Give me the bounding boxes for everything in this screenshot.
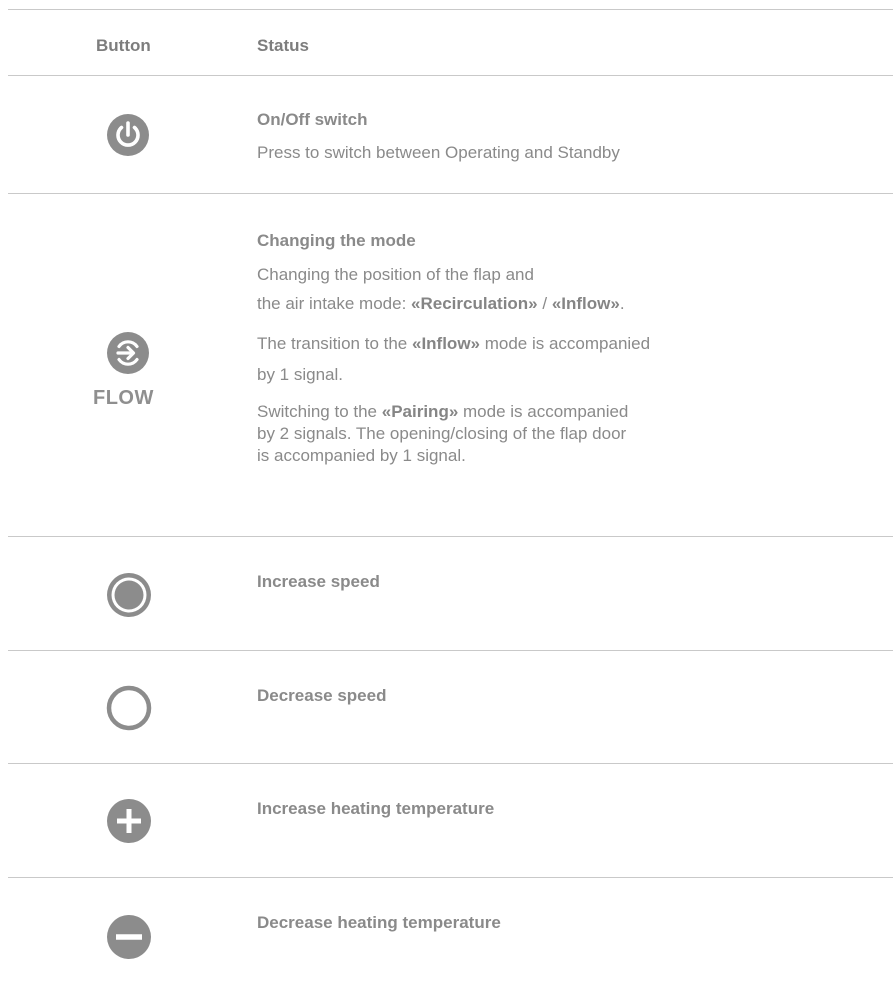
text-span: mode is accompanied bbox=[480, 334, 651, 353]
flow-label: FLOW bbox=[93, 387, 154, 409]
mode-recirculation: «Recirculation» bbox=[411, 294, 538, 313]
paragraph-line: by 1 signal. bbox=[257, 365, 343, 384]
mode-inflow: «Inflow» bbox=[411, 334, 480, 353]
row-title: Decrease speed bbox=[257, 686, 387, 705]
mode-pairing: «Pairing» bbox=[381, 402, 459, 421]
table-row-increase-speed: Increase speed bbox=[8, 536, 893, 650]
power-icon bbox=[107, 114, 149, 156]
mode-inflow: «Inflow» bbox=[551, 294, 620, 313]
row-paragraph-2: The transition to the «Inflow» mode is a… bbox=[257, 332, 893, 386]
column-header-button: Button bbox=[96, 36, 151, 55]
text-span: The transition to the bbox=[257, 334, 412, 353]
plus-icon bbox=[107, 799, 151, 843]
table-row-power: On/Off switch Press to switch between Op… bbox=[8, 75, 893, 193]
paragraph-line: is accompanied by 1 signal. bbox=[257, 446, 466, 465]
text-span: . bbox=[619, 294, 625, 313]
paragraph-line: The transition to the «Inflow» mode is a… bbox=[257, 332, 893, 355]
text-span: / bbox=[537, 294, 552, 313]
paragraph-line: the air intake mode: «Recirculation» / «… bbox=[257, 292, 893, 315]
table-row-decrease-speed: Decrease speed bbox=[8, 650, 893, 763]
column-header-status: Status bbox=[257, 36, 309, 55]
paragraph-line: Switching to the «Pairing» mode is accom… bbox=[257, 401, 893, 423]
text-span: mode is accompanied bbox=[458, 402, 629, 421]
paragraph-line: Changing the position of the flap and bbox=[257, 265, 534, 284]
table-header: Button Status bbox=[8, 9, 893, 75]
row-paragraph-1: Changing the position of the flap and th… bbox=[257, 263, 893, 315]
row-paragraph-3: Switching to the «Pairing» mode is accom… bbox=[257, 401, 893, 467]
flow-mode-icon bbox=[107, 332, 149, 374]
row-title: Decrease heating temperature bbox=[257, 913, 501, 932]
table-row-increase-heating: Increase heating temperature bbox=[8, 763, 893, 877]
empty-circle-icon bbox=[106, 685, 152, 731]
row-title: On/Off switch bbox=[257, 110, 368, 129]
row-title: Increase heating temperature bbox=[257, 799, 495, 818]
filled-circle-icon bbox=[107, 573, 151, 617]
row-title: Increase speed bbox=[257, 572, 380, 591]
row-title: Changing the mode bbox=[257, 231, 416, 250]
minus-icon bbox=[107, 915, 151, 959]
table-row-flow: FLOW Changing the mode Changing the posi… bbox=[8, 193, 893, 536]
text-span: Switching to the bbox=[257, 402, 382, 421]
text-span: the air intake mode: bbox=[257, 294, 412, 313]
row-description: Press to switch between Operating and St… bbox=[257, 143, 620, 162]
table-row-decrease-heating: Decrease heating temperature bbox=[8, 877, 893, 985]
paragraph-line: by 2 signals. The opening/closing of the… bbox=[257, 424, 627, 443]
button-status-table: Button Status On/Off switch Press to swi… bbox=[8, 9, 893, 985]
